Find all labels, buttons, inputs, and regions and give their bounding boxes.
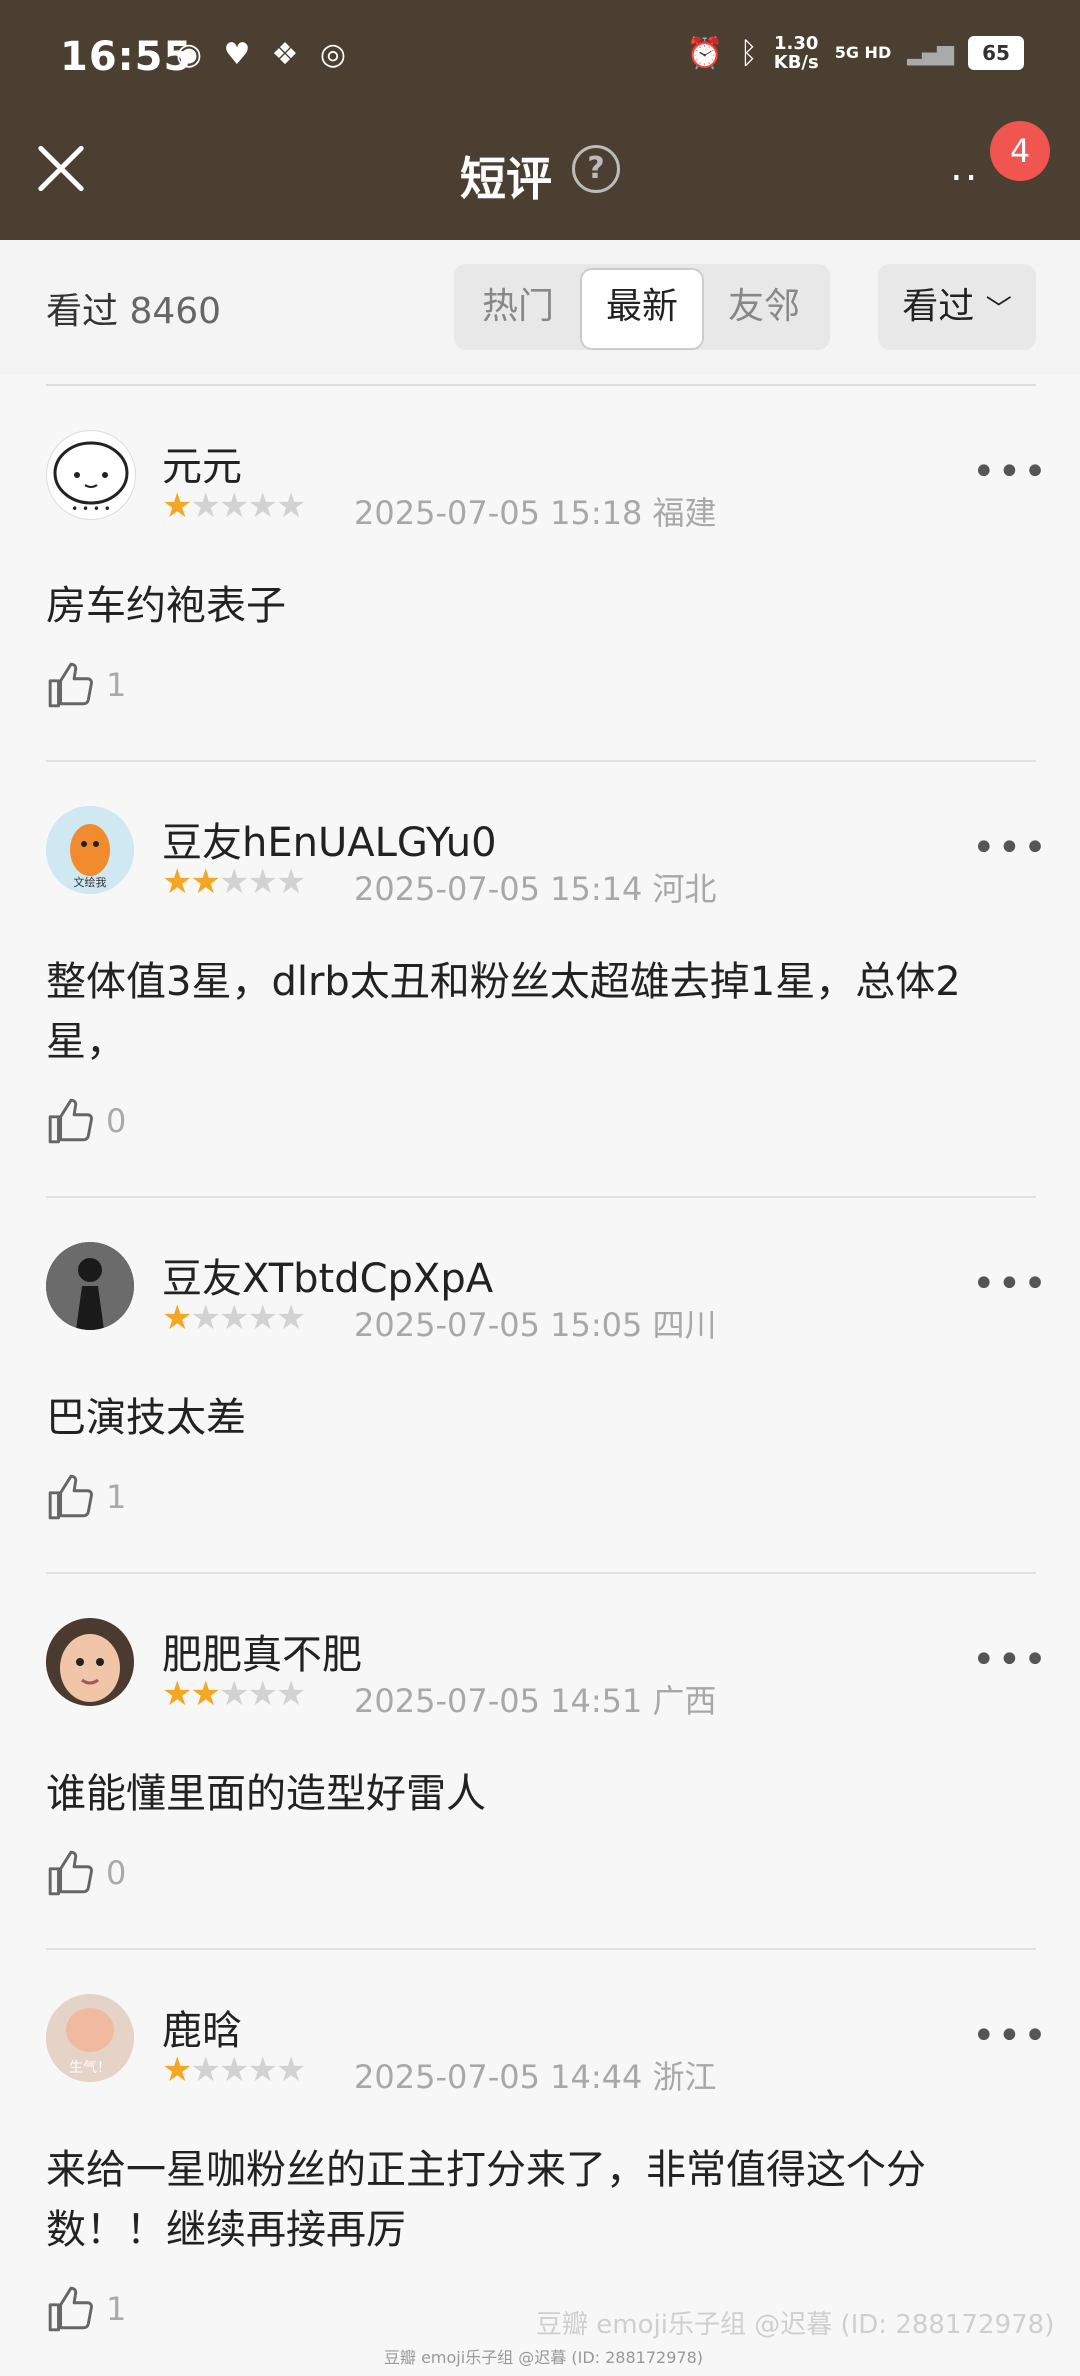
help-icon[interactable]: ? bbox=[572, 145, 620, 193]
more-icon[interactable]: ••• bbox=[972, 452, 1049, 492]
like-count: 1 bbox=[106, 2290, 127, 2328]
comment-meta: 2025-07-05 15:18 福建 bbox=[354, 494, 717, 532]
comment-text: 整体值3星，dlrb太丑和粉丝太超雄去掉1星，总体2星， bbox=[46, 959, 961, 1065]
divider bbox=[46, 760, 1036, 762]
divider bbox=[46, 1196, 1036, 1198]
svg-text:生气！: 生气！ bbox=[69, 2060, 111, 2076]
dropdown-label: 看过 bbox=[902, 286, 975, 327]
like-count: 1 bbox=[106, 666, 127, 704]
alarm-icon: ⏰ bbox=[686, 35, 724, 71]
bluetooth-icon: ᛒ bbox=[739, 35, 758, 71]
like-count: 0 bbox=[106, 1102, 127, 1140]
thumbs-up-icon bbox=[48, 1850, 93, 1896]
sphere-icon: ◉ bbox=[175, 37, 203, 72]
seen-count: 看过 8460 bbox=[46, 291, 222, 332]
filter-bar: 看过 8460 热门 最新 友邻 看过 ﹀ bbox=[0, 240, 1080, 375]
comment-text: 谁能懂里面的造型好雷人 bbox=[46, 1771, 486, 1817]
like-button[interactable]: 1 bbox=[46, 660, 126, 710]
comment-meta: 2025-07-05 14:44 浙江 bbox=[354, 2058, 717, 2096]
rating-stars: ★★★★★ bbox=[162, 1298, 306, 1338]
page-title: 短评 bbox=[460, 152, 552, 206]
thumbs-up-icon bbox=[48, 2286, 93, 2332]
app-header: 16:55 ◉ ♥ ❖ ◎ ⏰ ᛒ 1.30 KB/s 5G HD ▂▄▆ 65 … bbox=[0, 0, 1080, 240]
username[interactable]: 元元 bbox=[162, 434, 242, 492]
chevron-down-icon: ﹀ bbox=[985, 295, 1012, 325]
avatar[interactable]: 文绘我 bbox=[46, 806, 134, 894]
watermark-small: 豆瓣 emoji乐子组 @迟暮 (ID: 288172978) bbox=[384, 2348, 703, 2367]
network-speed: 1.30 KB/s bbox=[773, 33, 819, 73]
rating-stars: ★★★★★ bbox=[162, 1674, 306, 1714]
rating-stars: ★★★★★ bbox=[162, 2050, 306, 2090]
wechat-icon: ❖ bbox=[271, 37, 299, 72]
avatar[interactable]: • • • • bbox=[46, 430, 136, 520]
seen-filter-dropdown[interactable]: 看过 ﹀ bbox=[878, 264, 1036, 350]
comment-text: 房车约袍表子 bbox=[46, 583, 286, 629]
more-icon[interactable]: .. bbox=[950, 147, 979, 187]
avatar[interactable] bbox=[46, 1618, 134, 1706]
more-icon[interactable]: ••• bbox=[972, 1640, 1049, 1680]
username[interactable]: 肥肥真不肥 bbox=[162, 1622, 362, 1680]
thumbs-up-icon bbox=[48, 1474, 93, 1520]
notification-badge: 4 bbox=[990, 121, 1050, 181]
avatar[interactable]: 生气！ bbox=[46, 1994, 134, 2082]
more-icon[interactable]: ••• bbox=[972, 2016, 1049, 2056]
like-button[interactable]: 0 bbox=[46, 1096, 126, 1146]
comment-text: 来给一星咖粉丝的正主打分来了，非常值得这个分数！！继续再接再厉 bbox=[46, 2147, 926, 2253]
status-right: ⏰ ᛒ 1.30 KB/s 5G HD ▂▄▆ 65 bbox=[686, 34, 1024, 72]
comment-meta: 2025-07-05 15:14 河北 bbox=[354, 870, 717, 908]
close-icon[interactable] bbox=[36, 143, 86, 193]
like-count: 1 bbox=[106, 1478, 127, 1516]
nav-bar: 短评 ? .. 4 bbox=[0, 115, 1080, 240]
battery-indicator: 65 bbox=[968, 36, 1024, 70]
thumbs-up-icon bbox=[48, 1098, 93, 1144]
notification-icons: ◉ ♥ ❖ ◎ bbox=[172, 38, 350, 72]
signal-icon: ▂▄▆ bbox=[907, 40, 954, 66]
tab-friends[interactable]: 友邻 bbox=[704, 268, 824, 346]
svg-text:文绘我: 文绘我 bbox=[74, 875, 107, 889]
username[interactable]: 豆友XTbtdCpXpA bbox=[162, 1246, 493, 1304]
rating-stars: ★★★★★ bbox=[162, 862, 306, 902]
like-count: 0 bbox=[106, 1854, 127, 1892]
tab-hot[interactable]: 热门 bbox=[458, 268, 578, 346]
status-bar: 16:55 ◉ ♥ ❖ ◎ ⏰ ᛒ 1.30 KB/s 5G HD ▂▄▆ 65 bbox=[0, 0, 1080, 115]
username[interactable]: 豆友hEnUALGYu0 bbox=[162, 810, 497, 868]
like-button[interactable]: 1 bbox=[46, 1472, 126, 1522]
sort-segmented-control: 热门 最新 友邻 bbox=[454, 264, 830, 350]
divider bbox=[46, 1948, 1036, 1950]
heart-app-icon: ♥ bbox=[223, 37, 251, 72]
comment-meta: 2025-07-05 14:51 广西 bbox=[354, 1682, 717, 1720]
thumbs-up-icon bbox=[48, 662, 93, 708]
divider bbox=[46, 1572, 1036, 1574]
comment-meta: 2025-07-05 15:05 四川 bbox=[354, 1306, 717, 1344]
more-icon[interactable]: ••• bbox=[972, 828, 1049, 868]
like-button[interactable]: 1 bbox=[46, 2284, 126, 2334]
watermark: 豆瓣 emoji乐子组 @迟暮 (ID: 288172978) bbox=[536, 2310, 1055, 2340]
weibo-icon: ◎ bbox=[319, 37, 347, 72]
like-button[interactable]: 0 bbox=[46, 1848, 126, 1898]
tab-latest[interactable]: 最新 bbox=[580, 268, 704, 350]
username[interactable]: 鹿晗 bbox=[162, 1998, 242, 2056]
divider bbox=[46, 384, 1036, 386]
rating-stars: ★★★★★ bbox=[162, 486, 306, 526]
svg-text:• • • •: • • • • bbox=[71, 502, 111, 516]
avatar[interactable] bbox=[46, 1242, 134, 1330]
more-icon[interactable]: ••• bbox=[972, 1264, 1049, 1304]
comment-text: 巴演技太差 bbox=[46, 1395, 246, 1441]
network-type: 5G HD bbox=[834, 43, 892, 62]
